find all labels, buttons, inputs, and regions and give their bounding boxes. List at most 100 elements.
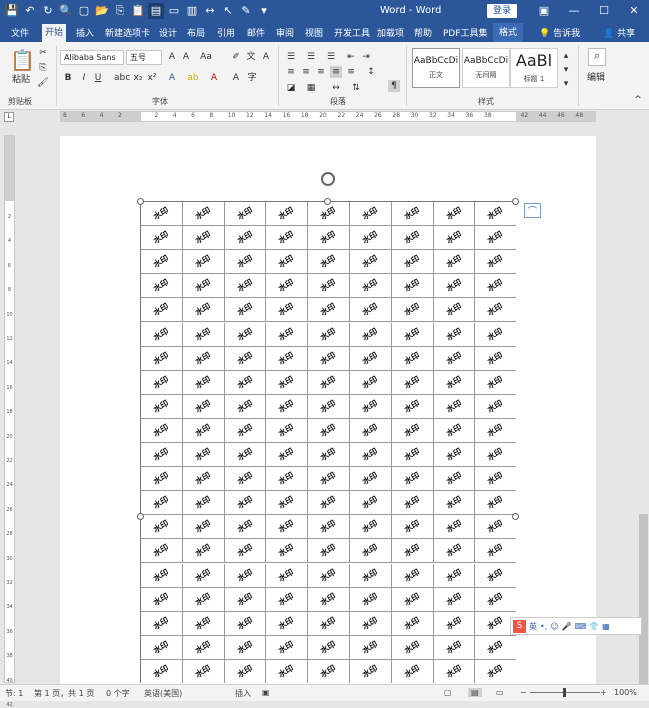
table-cell[interactable]: 水印 bbox=[391, 587, 434, 612]
table-cell[interactable]: 水印 bbox=[224, 587, 267, 612]
justify-icon[interactable]: ≡ bbox=[330, 66, 342, 78]
table-cell[interactable]: 水印 bbox=[350, 394, 392, 419]
save-icon[interactable]: 💾 bbox=[4, 3, 20, 19]
table-cell[interactable]: 水印 bbox=[433, 202, 476, 227]
italic-icon[interactable]: I bbox=[78, 72, 90, 84]
table-cell[interactable]: 水印 bbox=[350, 491, 392, 516]
table-cell[interactable]: 水印 bbox=[475, 395, 516, 419]
skin-icon[interactable]: 👕 bbox=[589, 622, 599, 631]
table-cell[interactable]: 水印 bbox=[433, 226, 476, 251]
table-cell[interactable]: 水印 bbox=[391, 467, 434, 492]
spacing-icon[interactable]: ↔ bbox=[202, 3, 218, 19]
increase-indent-icon[interactable]: ⇥ bbox=[360, 51, 372, 63]
table-cell[interactable]: 水印 bbox=[475, 467, 516, 492]
table-cell[interactable]: 水印 bbox=[224, 202, 267, 227]
search-icon[interactable]: ⌕ bbox=[588, 48, 606, 66]
table-cell[interactable]: 水印 bbox=[266, 659, 309, 683]
table-cell[interactable]: 水印 bbox=[350, 635, 392, 660]
table-cell[interactable]: 水印 bbox=[433, 515, 476, 540]
redo-icon[interactable]: ↻ bbox=[40, 3, 56, 19]
resize-handle[interactable] bbox=[512, 513, 519, 520]
table-cell[interactable]: 水印 bbox=[224, 298, 267, 323]
borders-icon[interactable]: ▦ bbox=[305, 82, 317, 94]
table-cell[interactable]: 水印 bbox=[182, 443, 225, 468]
table-cell[interactable]: 水印 bbox=[266, 491, 309, 516]
table-cell[interactable]: 水印 bbox=[141, 370, 183, 395]
table-cell[interactable]: 水印 bbox=[350, 418, 392, 443]
grow-font-icon[interactable]: A bbox=[166, 51, 178, 63]
table-cell[interactable]: 水印 bbox=[182, 274, 225, 299]
table-cell[interactable]: 水印 bbox=[182, 587, 225, 612]
table-cell[interactable]: 水印 bbox=[141, 659, 183, 683]
shading-icon[interactable]: ◪ bbox=[285, 82, 297, 94]
table-cell[interactable]: 水印 bbox=[475, 226, 516, 251]
insert-mode[interactable]: 插入 bbox=[235, 688, 251, 699]
table-cell[interactable]: 水印 bbox=[433, 346, 476, 371]
table-cell[interactable]: 水印 bbox=[182, 370, 225, 395]
table-cell[interactable]: 水印 bbox=[224, 226, 267, 251]
table-cell[interactable]: 水印 bbox=[475, 274, 516, 299]
section-indicator[interactable]: 节: 1 bbox=[5, 688, 23, 699]
table-cell[interactable]: 水印 bbox=[475, 539, 516, 564]
zoom-out-icon[interactable]: − bbox=[520, 688, 527, 697]
table-cell[interactable]: 水印 bbox=[224, 515, 267, 540]
copy-icon[interactable]: ⎘ bbox=[37, 62, 49, 74]
table-cell[interactable]: 水印 bbox=[308, 226, 350, 251]
table-cell[interactable]: 水印 bbox=[475, 419, 516, 443]
tab-home[interactable]: 开始 bbox=[42, 24, 67, 42]
table-cell[interactable]: 水印 bbox=[475, 371, 516, 395]
table-cell[interactable]: 水印 bbox=[433, 611, 476, 636]
table-cell[interactable]: 水印 bbox=[350, 274, 392, 299]
font-name-box[interactable]: Alibaba Sans bbox=[60, 50, 124, 65]
table-cell[interactable]: 水印 bbox=[266, 202, 309, 227]
table-cell[interactable]: 水印 bbox=[224, 611, 267, 636]
table-cell[interactable]: 水印 bbox=[224, 635, 267, 660]
numbering-icon[interactable]: ☰ bbox=[305, 51, 317, 63]
table-cell[interactable]: 水印 bbox=[141, 346, 183, 371]
style-no-spacing[interactable]: AaBbCcDi 无间隔 bbox=[462, 48, 510, 88]
table-cell[interactable]: 水印 bbox=[433, 563, 476, 588]
table-cell[interactable]: 水印 bbox=[433, 370, 476, 395]
table-cell[interactable]: 水印 bbox=[182, 563, 225, 588]
tab-insert[interactable]: 插入 bbox=[73, 25, 97, 40]
align-right-icon[interactable]: ≡ bbox=[315, 66, 327, 78]
tab-format[interactable]: 格式 bbox=[493, 23, 524, 42]
table-cell[interactable]: 水印 bbox=[308, 346, 350, 371]
table-cell[interactable]: 水印 bbox=[141, 418, 183, 443]
table-cell[interactable]: 水印 bbox=[433, 467, 476, 492]
table-cell[interactable]: 水印 bbox=[224, 274, 267, 299]
table-cell[interactable]: 水印 bbox=[308, 611, 350, 636]
table-cell[interactable]: 水印 bbox=[308, 250, 350, 275]
style-normal[interactable]: AaBbCcDi 正文 bbox=[412, 48, 460, 88]
table-cell[interactable]: 水印 bbox=[141, 635, 183, 660]
open-icon[interactable]: 📂 bbox=[94, 3, 110, 19]
table-cell[interactable]: 水印 bbox=[266, 298, 309, 323]
table-cell[interactable]: 水印 bbox=[391, 274, 434, 299]
table-cell[interactable]: 水印 bbox=[433, 322, 476, 347]
table-cell[interactable]: 水印 bbox=[475, 323, 516, 347]
subscript-icon[interactable]: x₂ bbox=[132, 72, 144, 84]
bullets-icon[interactable]: ☰ bbox=[285, 51, 297, 63]
table-cell[interactable]: 水印 bbox=[182, 298, 225, 323]
superscript-icon[interactable]: x² bbox=[146, 72, 158, 84]
bold-icon[interactable]: B bbox=[62, 72, 74, 84]
table-cell[interactable]: 水印 bbox=[182, 515, 225, 540]
table-cell[interactable]: 水印 bbox=[182, 346, 225, 371]
table-cell[interactable]: 水印 bbox=[141, 587, 183, 612]
table-cell[interactable]: 水印 bbox=[433, 659, 476, 683]
resize-handle[interactable] bbox=[137, 198, 144, 205]
table-cell[interactable]: 水印 bbox=[141, 563, 183, 588]
table-cell[interactable]: 水印 bbox=[182, 250, 225, 275]
text-effect-icon[interactable]: A bbox=[166, 72, 178, 84]
table-cell[interactable]: 水印 bbox=[182, 539, 225, 564]
table-cell[interactable]: 水印 bbox=[475, 491, 516, 516]
layout-options-icon[interactable]: ⌒ bbox=[524, 203, 541, 218]
table-cell[interactable]: 水印 bbox=[391, 635, 434, 660]
table-cell[interactable]: 水印 bbox=[308, 202, 350, 227]
table-cell[interactable]: 水印 bbox=[433, 250, 476, 275]
shrink-font-icon[interactable]: A bbox=[180, 51, 192, 63]
page-indicator[interactable]: 第 1 页，共 1 页 bbox=[34, 688, 94, 699]
table-cell[interactable]: 水印 bbox=[182, 226, 225, 251]
punct-icon[interactable]: •, bbox=[540, 622, 547, 631]
table-cell[interactable]: 水印 bbox=[141, 226, 183, 251]
